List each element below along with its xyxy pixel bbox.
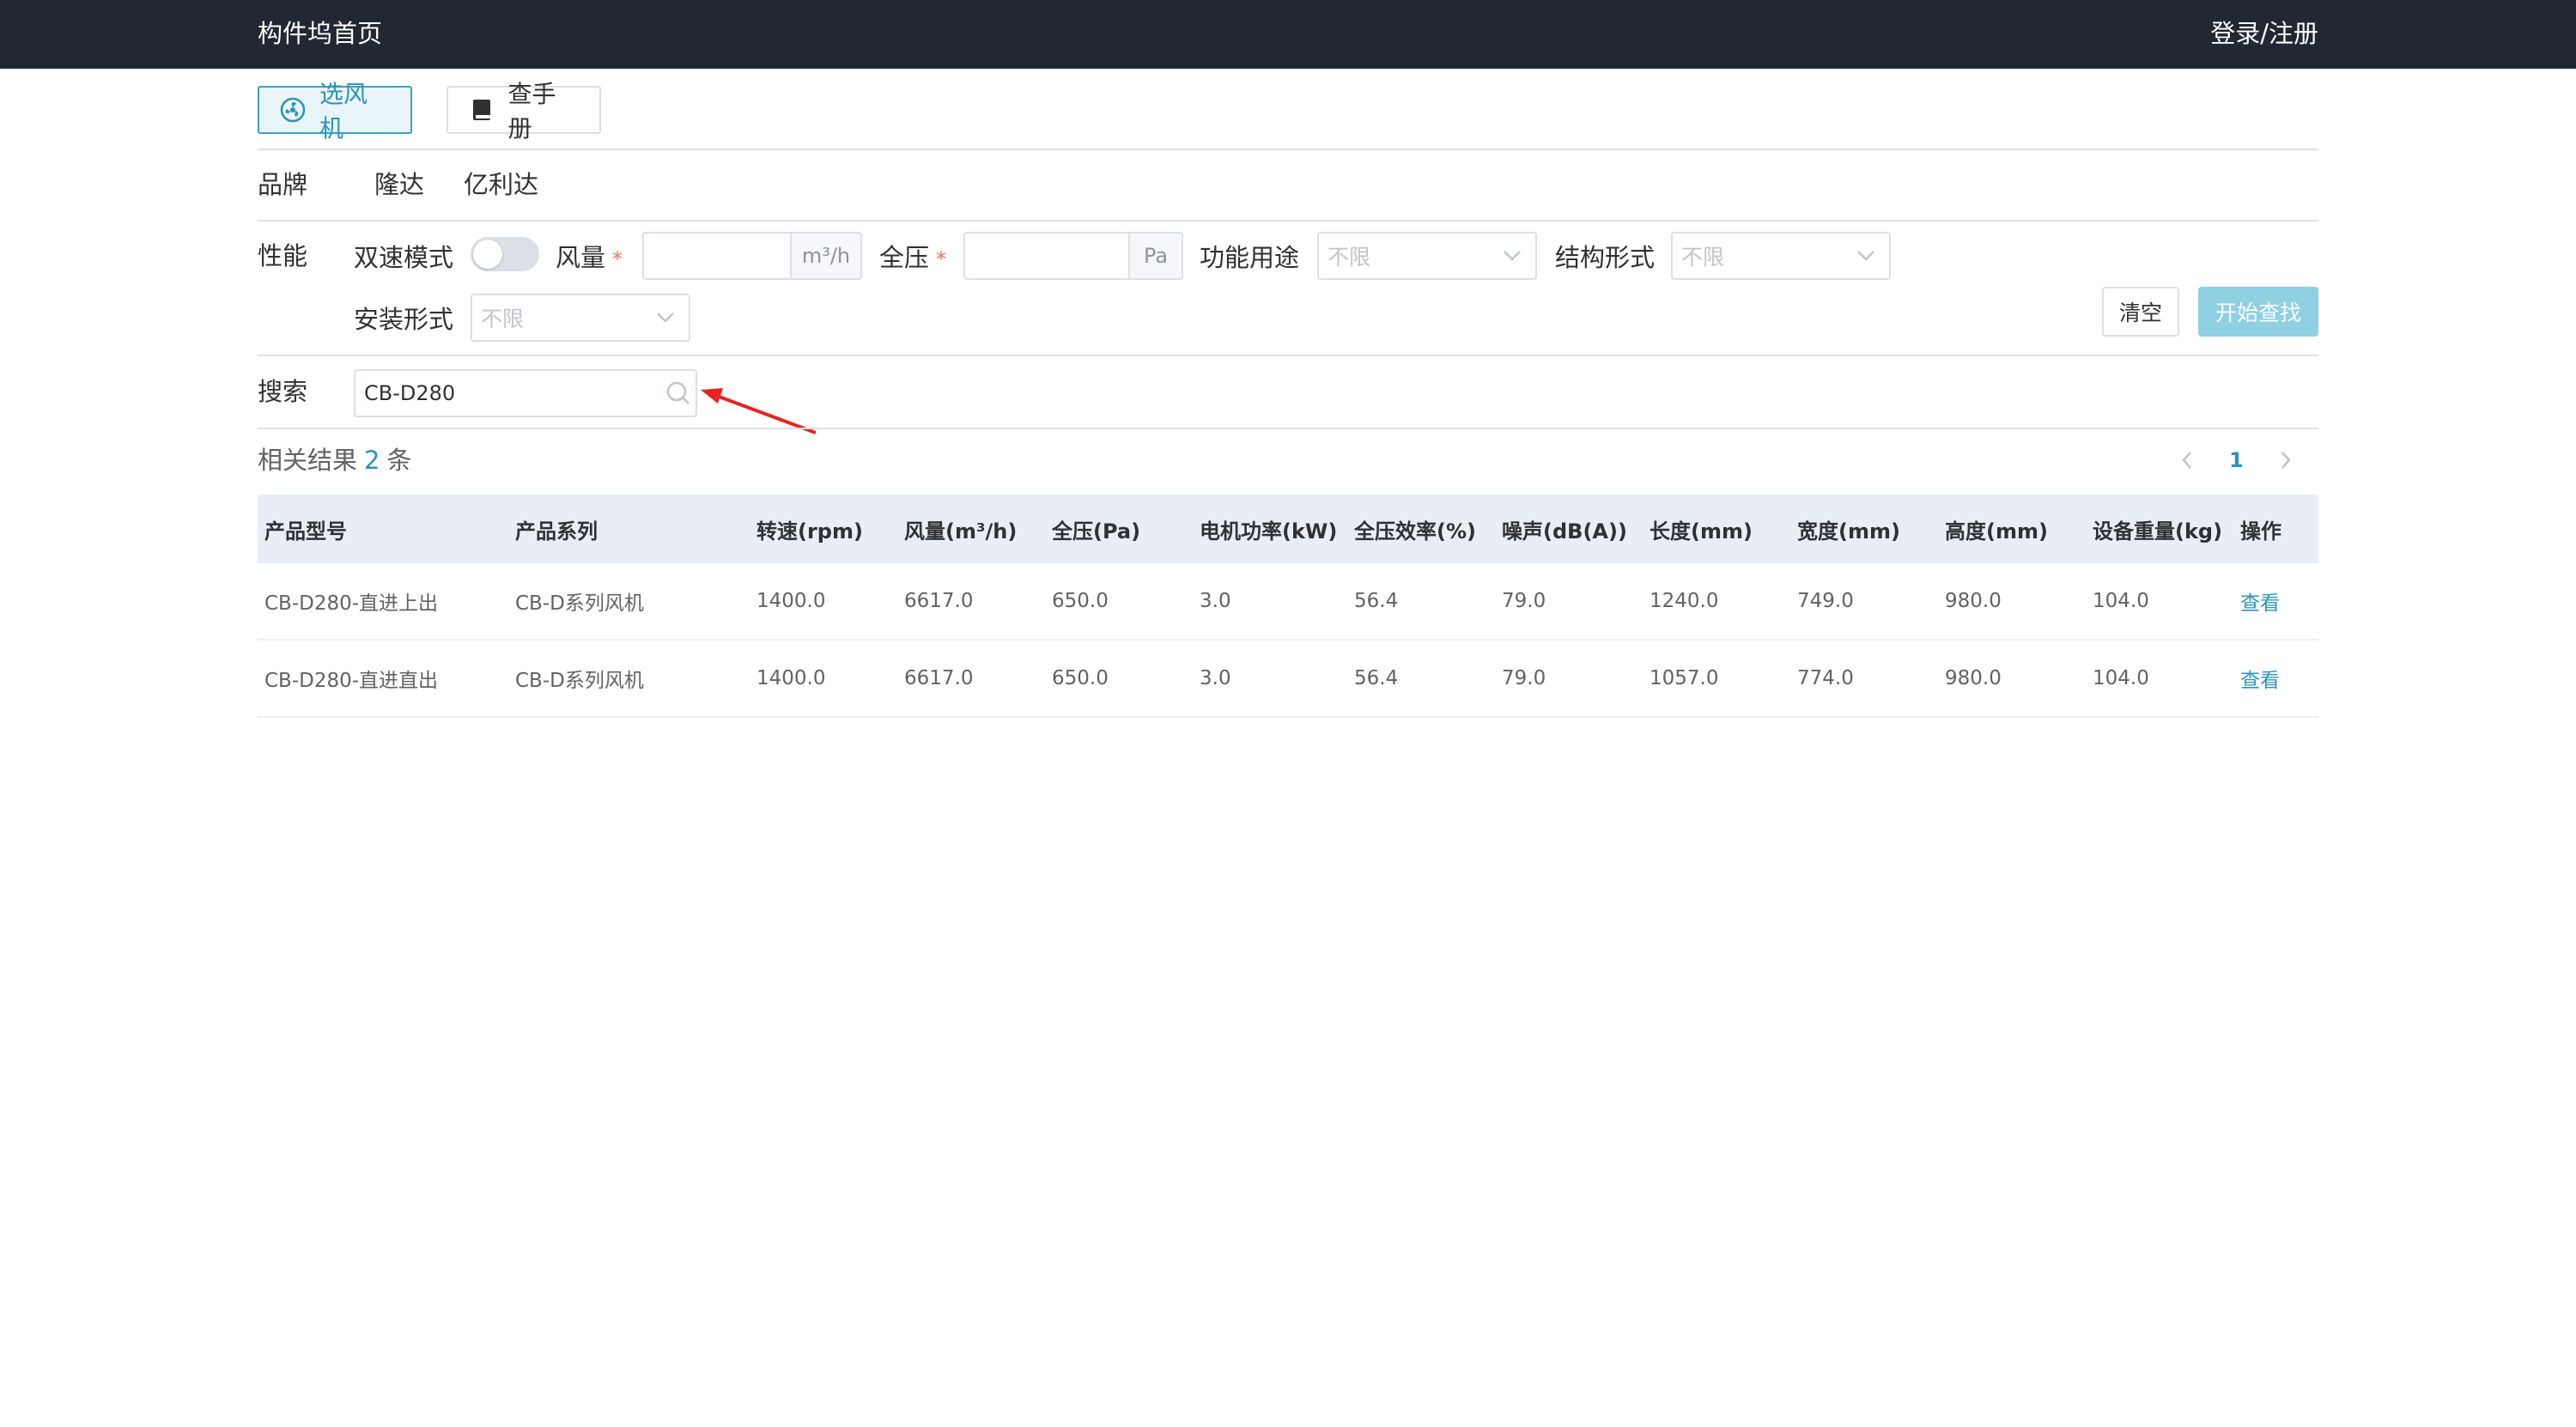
- function-select-value: 不限: [1327, 245, 1371, 270]
- cell-length: 1240.0: [1649, 590, 1719, 612]
- pressure-unit: Pa: [1128, 232, 1183, 280]
- cell-width: 749.0: [1797, 590, 1854, 612]
- search-input-value: CB-D280: [364, 381, 456, 405]
- book-icon: [469, 97, 494, 123]
- clear-button[interactable]: 清空: [2102, 287, 2179, 337]
- required-mark: *: [936, 247, 947, 271]
- column-header: 全压(Pa): [1052, 519, 1141, 543]
- cell-speed: 1400.0: [756, 590, 826, 612]
- cell-weight: 104.0: [2093, 667, 2149, 689]
- cell-length: 1057.0: [1649, 667, 1719, 689]
- switch-knob: [473, 240, 502, 269]
- cell-power: 3.0: [1200, 590, 1231, 612]
- top-navigation-bar: 构件坞首页 登录/注册: [0, 0, 2576, 69]
- fan-icon: [280, 97, 306, 123]
- cell-speed: 1400.0: [756, 667, 826, 689]
- divider: [258, 149, 2318, 150]
- pressure-input[interactable]: [963, 232, 1128, 280]
- column-header: 噪声(dB(A)): [1502, 519, 1627, 543]
- column-header: 产品系列: [515, 519, 598, 543]
- page-number-current[interactable]: 1: [2229, 448, 2244, 472]
- result-count: 相关结果 2 条: [258, 446, 412, 475]
- tab-manual-label: 查手册: [507, 80, 556, 143]
- column-header: 宽度(mm): [1797, 519, 1900, 543]
- dual-speed-label: 双速模式: [354, 243, 454, 272]
- search-label: 搜索: [258, 377, 308, 406]
- tab-select-fan[interactable]: 选风机: [258, 80, 412, 143]
- main-content: 选风机 查手册 品牌 隆达 亿利达 性能 双速模式 风量 * m³/h 全压 * P…: [258, 69, 2318, 1427]
- table-header: 产品型号 产品系列 转速(rpm) 风量(m³/h) 全压(Pa) 电机功率(k…: [258, 495, 2318, 563]
- airflow-input-group: m³/h: [642, 232, 862, 280]
- cell-height: 980.0: [1945, 590, 2002, 612]
- install-select[interactable]: 不限: [471, 294, 690, 342]
- view-link[interactable]: 查看: [2233, 664, 2318, 693]
- cell-pressure: 650.0: [1052, 667, 1109, 689]
- table-row: CB-D280-直进直出 CB-D系列风机 1400.0 6617.0 650.…: [258, 641, 2318, 718]
- airflow-label: 风量 *: [556, 243, 623, 272]
- chevron-down-icon: [1501, 245, 1523, 267]
- divider: [258, 220, 2318, 222]
- airflow-unit: m³/h: [790, 232, 862, 280]
- cell-noise: 79.0: [1502, 590, 1546, 612]
- cell-weight: 104.0: [2093, 590, 2149, 612]
- results-table: 产品型号 产品系列 转速(rpm) 风量(m³/h) 全压(Pa) 电机功率(k…: [258, 495, 2318, 718]
- pagination: 1: [2174, 443, 2299, 477]
- cell-power: 3.0: [1200, 667, 1231, 689]
- home-link[interactable]: 构件坞首页: [258, 15, 382, 52]
- divider: [258, 355, 2318, 356]
- cell-model: CB-D280-直进直出: [264, 670, 439, 692]
- divider: [258, 428, 2318, 429]
- chevron-down-icon: [1855, 245, 1877, 267]
- result-count-number: 2: [364, 446, 380, 475]
- cell-efficiency: 56.4: [1354, 590, 1399, 612]
- column-header: 电机功率(kW): [1200, 519, 1338, 543]
- structure-select-value: 不限: [1681, 245, 1725, 270]
- structure-select[interactable]: 不限: [1671, 232, 1891, 280]
- cell-series: CB-D系列风机: [515, 670, 644, 692]
- dual-speed-switch[interactable]: [471, 237, 539, 271]
- cell-airflow: 6617.0: [904, 667, 974, 689]
- cell-airflow: 6617.0: [904, 590, 974, 612]
- pressure-label: 全压 *: [879, 243, 947, 272]
- column-header: 全压效率(%): [1354, 519, 1476, 543]
- view-link[interactable]: 查看: [2233, 586, 2318, 616]
- cell-model: CB-D280-直进上出: [264, 592, 439, 615]
- cell-efficiency: 56.4: [1354, 667, 1399, 689]
- cell-pressure: 650.0: [1052, 590, 1109, 612]
- cell-height: 980.0: [1945, 667, 2002, 689]
- column-header: 高度(mm): [1945, 519, 2048, 543]
- structure-label: 结构形式: [1555, 243, 1656, 272]
- install-label: 安装形式: [354, 305, 454, 334]
- cell-series: CB-D系列风机: [515, 592, 644, 615]
- start-search-button[interactable]: 开始查找: [2198, 287, 2318, 337]
- brand-item-yilida[interactable]: 亿利达: [464, 167, 538, 202]
- performance-label: 性能: [258, 241, 308, 270]
- function-label: 功能用途: [1200, 243, 1300, 272]
- install-select-value: 不限: [481, 307, 525, 331]
- cell-noise: 79.0: [1502, 667, 1546, 689]
- search-icon[interactable]: [661, 376, 696, 410]
- column-header: 产品型号: [264, 519, 347, 543]
- brand-label: 品牌: [258, 170, 308, 199]
- tab-manual[interactable]: 查手册: [447, 80, 601, 143]
- login-register-link[interactable]: 登录/注册: [2210, 15, 2318, 52]
- next-page-icon[interactable]: [2273, 447, 2299, 473]
- airflow-input[interactable]: [642, 232, 790, 280]
- function-select[interactable]: 不限: [1317, 232, 1537, 280]
- column-header: 转速(rpm): [756, 519, 863, 543]
- chevron-down-icon: [654, 307, 677, 329]
- cell-width: 774.0: [1797, 667, 1854, 689]
- table-row: CB-D280-直进上出 CB-D系列风机 1400.0 6617.0 650.…: [258, 563, 2318, 641]
- column-header: 风量(m³/h): [904, 519, 1018, 543]
- column-header: 长度(mm): [1649, 519, 1753, 543]
- search-input[interactable]: CB-D280: [354, 369, 697, 417]
- column-header: 设备重量(kg): [2093, 519, 2223, 543]
- column-header: 操作: [2240, 519, 2281, 543]
- pressure-input-group: Pa: [963, 232, 1183, 280]
- prev-page-icon[interactable]: [2174, 447, 2200, 473]
- brand-item-longda[interactable]: 隆达: [374, 167, 424, 202]
- required-mark: *: [612, 247, 623, 271]
- tab-select-fan-label: 选风机: [319, 80, 368, 143]
